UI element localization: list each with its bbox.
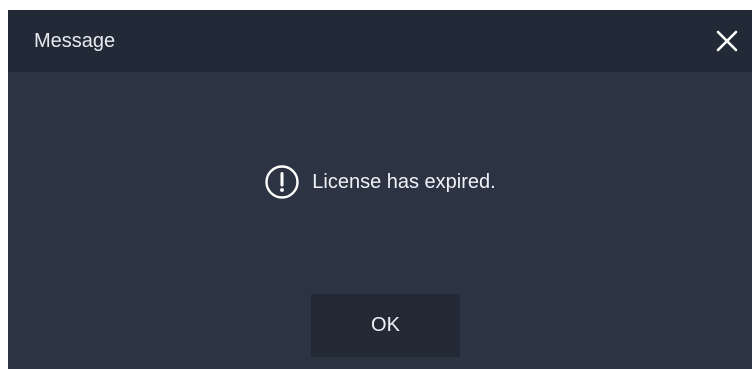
dialog-content: License has expired. [8,72,752,294]
dialog-titlebar: Message [8,10,752,72]
exclamation-circle-icon [264,164,300,200]
message-row: License has expired. [264,164,496,200]
dialog-title: Message [34,30,116,52]
message-text: License has expired. [312,171,496,193]
message-dialog: Message License has expired. OK [8,10,752,369]
close-icon [716,30,738,52]
ok-button[interactable]: OK [311,294,460,357]
close-button[interactable] [702,10,752,72]
